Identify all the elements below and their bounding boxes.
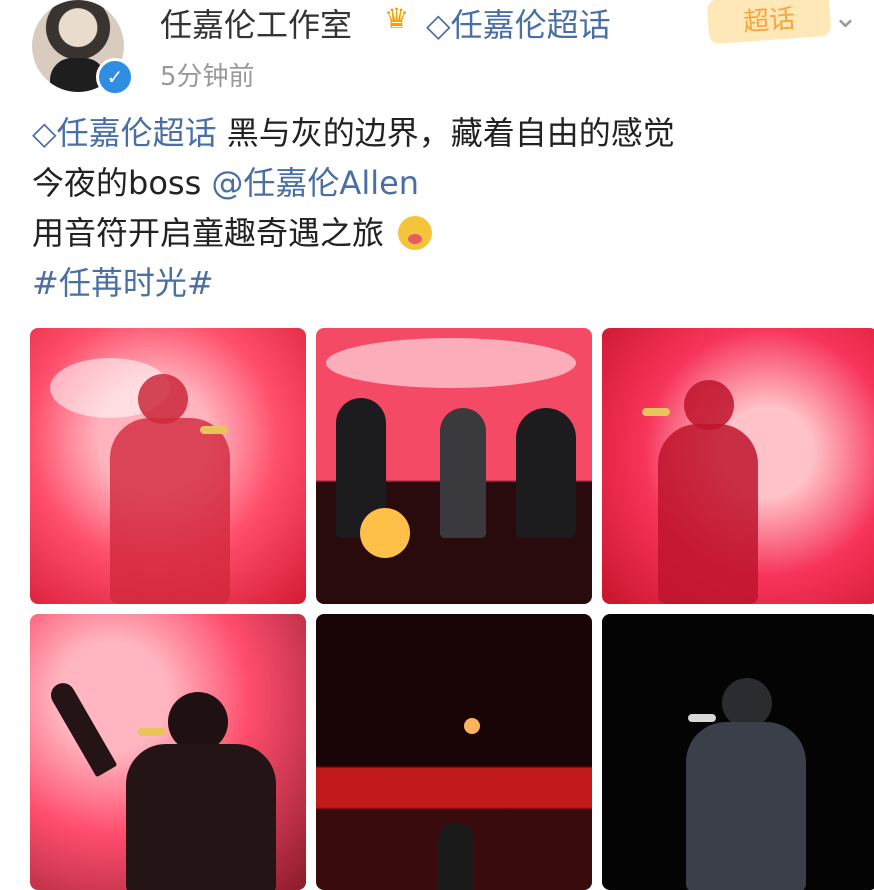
content-line-3: 用音符开启童趣奇遇之旅 (32, 208, 675, 258)
content-line-1: ◇任嘉伦超话 黑与灰的边界，藏着自由的感觉 (32, 108, 675, 158)
performer-head (722, 678, 772, 728)
performer-arm (46, 678, 118, 778)
microphone (200, 426, 228, 434)
post-time: 5分钟前 (160, 62, 255, 92)
photo-1[interactable] (30, 328, 306, 604)
crown-icon: ♛ (384, 2, 410, 35)
content-line-2: 今夜的boss @任嘉伦Allen (32, 158, 675, 208)
microphone (138, 728, 166, 736)
hashtag-link[interactable]: #任苒时光# (32, 264, 214, 302)
content-text: 黑与灰的边界，藏着自由的感觉 (226, 114, 675, 152)
mention-link[interactable]: @任嘉伦Allen (211, 164, 419, 202)
photo-3[interactable] (602, 328, 874, 604)
verified-icon: ✓ (96, 58, 134, 96)
performer (438, 822, 474, 890)
stage-flare (360, 508, 410, 558)
microphone (642, 408, 670, 416)
content-text: 今夜的boss (32, 164, 212, 202)
performer (110, 418, 230, 604)
dancer-right (516, 408, 576, 538)
performer-head (138, 374, 188, 424)
emoji-icon (398, 216, 433, 250)
microphone (688, 714, 716, 722)
supertopic-link[interactable]: ◇任嘉伦超话 (426, 0, 611, 46)
performer-head (168, 692, 228, 752)
photo-2[interactable] (316, 328, 592, 604)
content-text: 用音符开启童趣奇遇之旅 (32, 214, 385, 252)
chevron-down-icon[interactable]: ⌄ (833, 0, 858, 35)
photo-5[interactable] (316, 614, 592, 890)
stage-light (464, 718, 480, 734)
supertopic-badge[interactable]: 超话 (706, 0, 832, 45)
content-line-4: #任苒时光# (32, 258, 675, 308)
performer-head (684, 380, 734, 430)
stage-light (326, 338, 576, 388)
performer (686, 722, 806, 890)
performer (126, 744, 276, 890)
author-name[interactable]: 任嘉伦工作室 (160, 0, 352, 46)
performer (440, 408, 486, 538)
photo-6[interactable] (602, 614, 874, 890)
supertopic-inline-link[interactable]: ◇任嘉伦超话 (32, 114, 217, 152)
photo-4[interactable] (30, 614, 306, 890)
post-content: ◇任嘉伦超话 黑与灰的边界，藏着自由的感觉 今夜的boss @任嘉伦Allen … (32, 108, 675, 308)
performer (658, 424, 758, 604)
